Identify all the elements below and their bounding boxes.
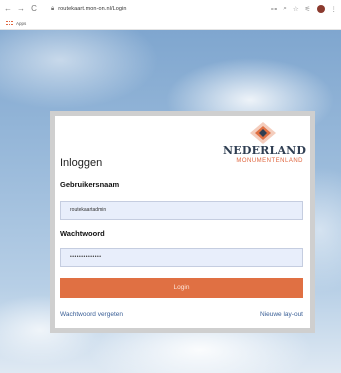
username-input[interactable]: routekaartadmin	[60, 201, 303, 220]
apps-bookmark[interactable]: Apps	[16, 21, 26, 26]
bookmarks-bar: Apps	[0, 18, 341, 29]
forward-icon[interactable]: →	[16, 0, 26, 18]
extension-icon[interactable]: ⚟	[305, 5, 311, 13]
profile-avatar[interactable]	[316, 5, 325, 13]
reload-icon[interactable]: C	[29, 0, 39, 18]
username-label: Gebruikersnaam	[60, 180, 120, 189]
back-icon[interactable]: ←	[3, 0, 13, 18]
login-button[interactable]: Login	[60, 278, 303, 298]
monument-logo-icon	[250, 122, 276, 144]
zoom-icon[interactable]: ⌕	[283, 5, 287, 13]
browser-toolbar: ← → C 🔒︎ routekaart.mon-on.nl/Login ⊶ ⌕ …	[0, 0, 341, 18]
menu-icon[interactable]: ⋮	[331, 5, 338, 13]
logo-subtitle: MONUMENTENLAND	[236, 158, 303, 164]
toolbar-right-icons: ⊶ ⌕ ☆ ⚟ ⋮	[271, 0, 337, 18]
new-layout-link[interactable]: Nieuwe lay-out	[260, 311, 303, 318]
star-icon[interactable]: ☆	[293, 5, 299, 13]
login-card: NEDERLAND MONUMENTENLAND Inloggen Gebrui…	[50, 111, 315, 333]
address-bar[interactable]: routekaart.mon-on.nl/Login	[58, 6, 126, 12]
page-title: Inloggen	[60, 157, 103, 169]
browser-chrome: ← → C 🔒︎ routekaart.mon-on.nl/Login ⊶ ⌕ …	[0, 0, 341, 30]
forgot-password-link[interactable]: Wachtwoord vergeten	[60, 311, 123, 318]
password-input[interactable]: ••••••••••••••	[60, 248, 303, 267]
apps-grid-icon[interactable]	[6, 20, 13, 27]
logo-title: NEDERLAND	[223, 144, 307, 157]
key-icon[interactable]: ⊶	[271, 5, 278, 13]
password-label: Wachtwoord	[60, 229, 105, 238]
logo: NEDERLAND MONUMENTENLAND	[223, 122, 307, 172]
lock-icon[interactable]: 🔒︎	[51, 6, 54, 13]
